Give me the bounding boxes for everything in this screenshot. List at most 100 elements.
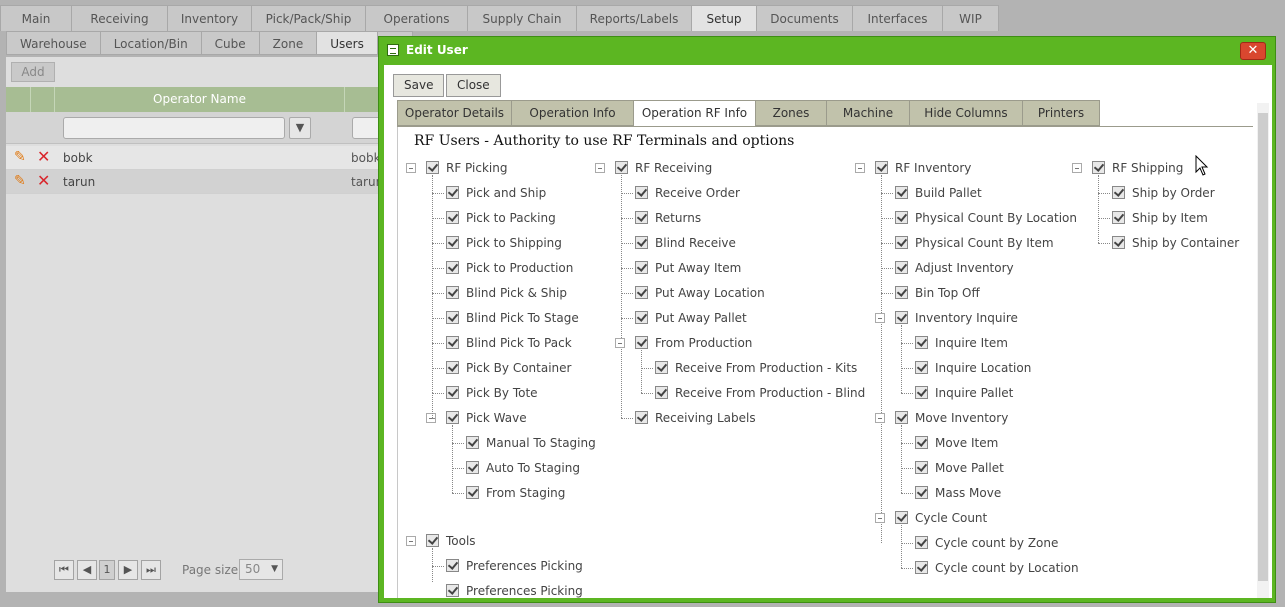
- checkbox[interactable]: [426, 161, 439, 174]
- checkbox[interactable]: [446, 361, 459, 374]
- main-tab-wip[interactable]: WIP: [942, 5, 999, 31]
- checkbox[interactable]: [635, 411, 648, 424]
- vertical-scroll-thumb[interactable]: [1258, 113, 1268, 581]
- tab-machine[interactable]: Machine: [826, 100, 910, 126]
- close-icon[interactable]: ✕: [1240, 42, 1266, 60]
- first-page-icon[interactable]: ⏮: [54, 560, 74, 580]
- main-tab-receiving[interactable]: Receiving: [71, 5, 168, 31]
- main-tab-reports-labels[interactable]: Reports/Labels: [576, 5, 692, 31]
- page-size-select[interactable]: 50 ▼: [239, 559, 283, 580]
- tab-hide-columns[interactable]: Hide Columns: [909, 100, 1023, 126]
- checkbox[interactable]: [446, 211, 459, 224]
- checkbox[interactable]: [895, 261, 908, 274]
- main-tab-supply-chain[interactable]: Supply Chain: [467, 5, 577, 31]
- current-page[interactable]: 1: [99, 560, 115, 580]
- collapse-icon[interactable]: [406, 536, 416, 546]
- sub-tab-users[interactable]: Users: [316, 31, 378, 55]
- checkbox[interactable]: [895, 286, 908, 299]
- add-button[interactable]: Add: [11, 62, 55, 82]
- main-tab-operations[interactable]: Operations: [365, 5, 468, 31]
- table-row[interactable]: ✎ ✕ tarun tarun: [6, 170, 386, 194]
- last-page-icon[interactable]: ⏭: [141, 560, 161, 580]
- checkbox[interactable]: [1112, 186, 1125, 199]
- delete-x-icon[interactable]: ✕: [37, 171, 50, 190]
- tab-operation-info[interactable]: Operation Info: [511, 100, 634, 126]
- checkbox[interactable]: [446, 186, 459, 199]
- tab-operator-details[interactable]: Operator Details: [397, 100, 512, 126]
- checkbox[interactable]: [446, 261, 459, 274]
- collapse-icon[interactable]: [595, 163, 605, 173]
- checkbox[interactable]: [875, 161, 888, 174]
- checkbox[interactable]: [895, 186, 908, 199]
- checkbox[interactable]: [446, 236, 459, 249]
- checkbox[interactable]: [895, 211, 908, 224]
- checkbox[interactable]: [635, 336, 648, 349]
- checkbox[interactable]: [1112, 211, 1125, 224]
- checkbox[interactable]: [446, 386, 459, 399]
- checkbox[interactable]: [635, 211, 648, 224]
- delete-x-icon[interactable]: ✕: [37, 147, 50, 166]
- main-tab-documents[interactable]: Documents: [756, 5, 853, 31]
- checkbox[interactable]: [446, 336, 459, 349]
- sub-tab-warehouse[interactable]: Warehouse: [6, 31, 101, 55]
- checkbox[interactable]: [446, 286, 459, 299]
- checkbox[interactable]: [655, 386, 668, 399]
- prev-page-icon[interactable]: ◀: [77, 560, 97, 580]
- edit-pencil-icon[interactable]: ✎: [14, 173, 26, 189]
- tab-zones[interactable]: Zones: [755, 100, 827, 126]
- checkbox[interactable]: [446, 311, 459, 324]
- edit-pencil-icon[interactable]: ✎: [14, 149, 26, 165]
- checkbox[interactable]: [635, 286, 648, 299]
- checkbox[interactable]: [635, 261, 648, 274]
- checkbox[interactable]: [1112, 236, 1125, 249]
- checkbox[interactable]: [446, 584, 459, 597]
- checkbox[interactable]: [915, 436, 928, 449]
- collapse-icon[interactable]: [875, 513, 885, 523]
- checkbox[interactable]: [466, 461, 479, 474]
- save-button[interactable]: Save: [393, 74, 445, 97]
- collapse-icon[interactable]: [406, 163, 416, 173]
- vertical-scrollbar[interactable]: ▼: [1257, 103, 1269, 598]
- collapse-icon[interactable]: [875, 413, 885, 423]
- tab-printers[interactable]: Printers: [1022, 100, 1100, 126]
- next-page-icon[interactable]: ▶: [118, 560, 138, 580]
- dialog-title-bar[interactable]: Edit User ✕: [379, 37, 1275, 63]
- checkbox[interactable]: [895, 511, 908, 524]
- filter-icon[interactable]: ▼: [289, 117, 311, 139]
- operator-name-filter-input[interactable]: [63, 117, 285, 139]
- sub-tab-location-bin[interactable]: Location/Bin: [99, 31, 202, 55]
- checkbox[interactable]: [635, 186, 648, 199]
- checkbox[interactable]: [915, 486, 928, 499]
- checkbox[interactable]: [915, 461, 928, 474]
- sub-tab-zone[interactable]: Zone: [258, 31, 318, 55]
- checkbox[interactable]: [915, 361, 928, 374]
- table-row[interactable]: ✎ ✕ bobk bobk: [6, 146, 386, 170]
- column-operator-name[interactable]: Operator Name: [55, 87, 345, 112]
- main-tab-main[interactable]: Main: [0, 5, 72, 31]
- sub-tab-cube[interactable]: Cube: [200, 31, 260, 55]
- checkbox[interactable]: [915, 386, 928, 399]
- checkbox[interactable]: [915, 336, 928, 349]
- checkbox[interactable]: [1092, 161, 1105, 174]
- checkbox[interactable]: [466, 486, 479, 499]
- checkbox[interactable]: [895, 311, 908, 324]
- checkbox[interactable]: [615, 161, 628, 174]
- collapse-icon[interactable]: [426, 413, 436, 423]
- checkbox[interactable]: [655, 361, 668, 374]
- collapse-icon[interactable]: [875, 313, 885, 323]
- main-tab-inventory[interactable]: Inventory: [167, 5, 252, 31]
- checkbox[interactable]: [466, 436, 479, 449]
- checkbox[interactable]: [635, 311, 648, 324]
- close-button[interactable]: Close: [446, 74, 501, 97]
- collapse-icon[interactable]: [615, 338, 625, 348]
- collapse-icon[interactable]: [855, 163, 865, 173]
- checkbox[interactable]: [446, 411, 459, 424]
- checkbox[interactable]: [915, 561, 928, 574]
- checkbox[interactable]: [915, 536, 928, 549]
- checkbox[interactable]: [895, 236, 908, 249]
- checkbox[interactable]: [895, 411, 908, 424]
- main-tab-pick-pack-ship[interactable]: Pick/Pack/Ship: [251, 5, 366, 31]
- tab-operation-rf-info[interactable]: Operation RF Info: [633, 100, 756, 127]
- main-tab-setup[interactable]: Setup: [691, 5, 757, 31]
- checkbox[interactable]: [426, 534, 439, 547]
